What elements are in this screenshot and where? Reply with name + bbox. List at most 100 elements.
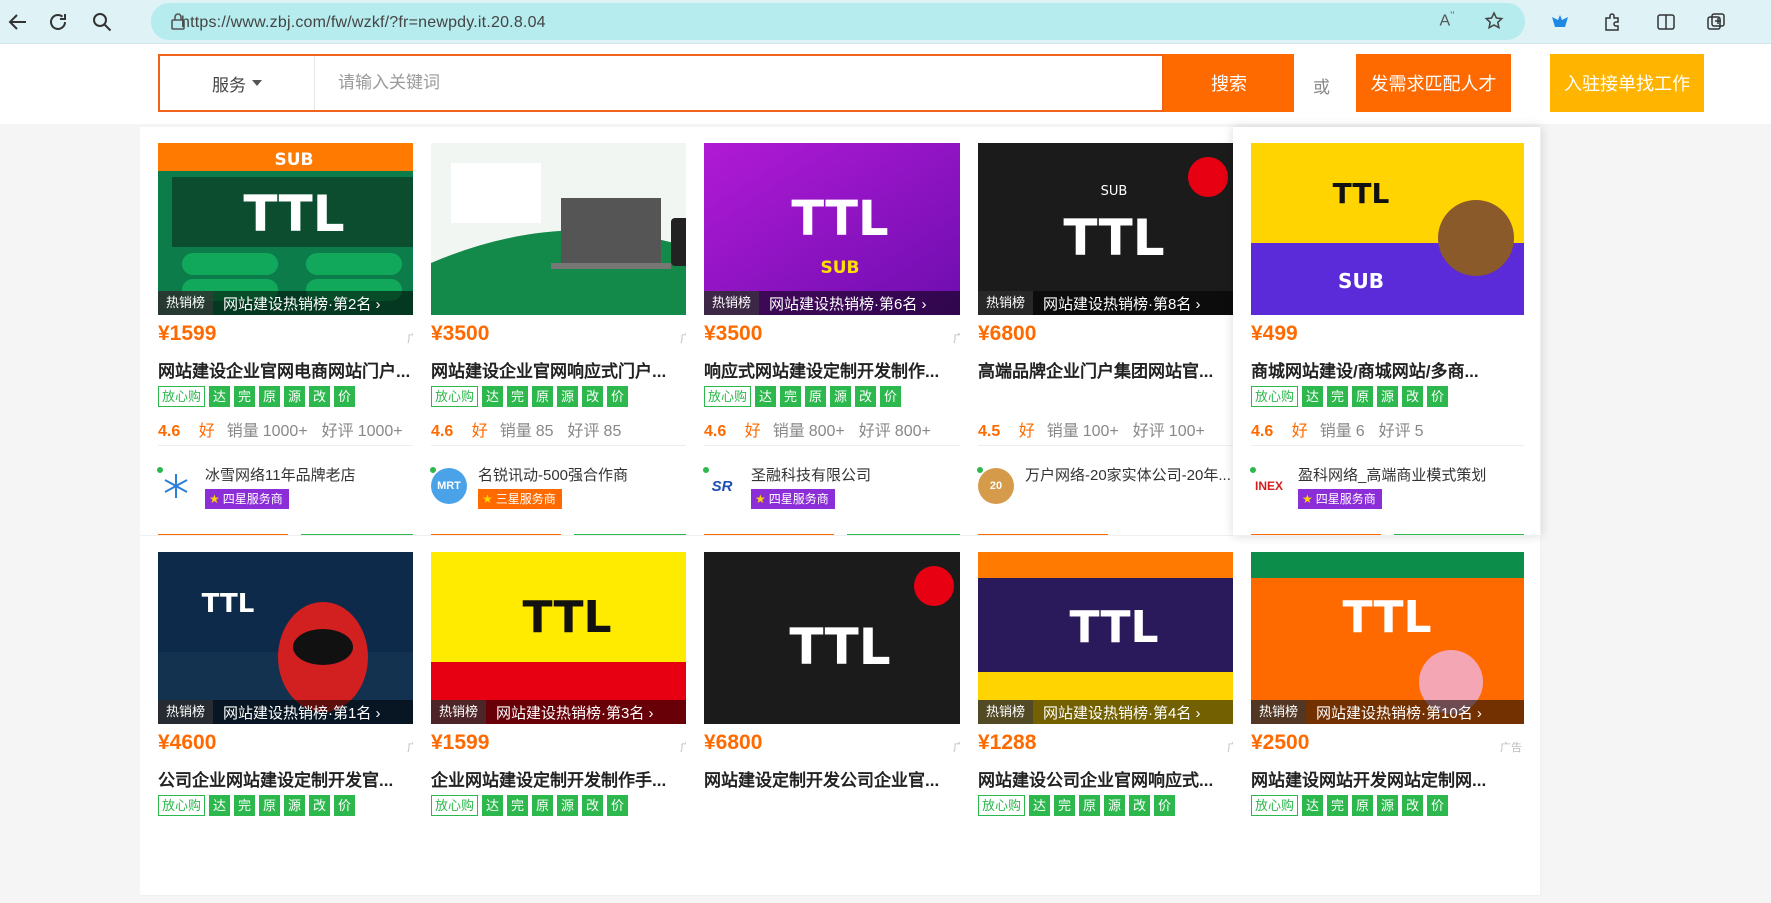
price: ¥6800 — [704, 731, 763, 754]
service-card[interactable]: TTL热销榜网站建设热销榜·第3名 ›¥1599广告企业网站建设定制开发制作手.… — [413, 536, 721, 896]
service-card[interactable]: TTL热销榜网站建设热销榜·第1名 ›¥4600广告公司企业网站建设定制开发官.… — [140, 536, 448, 896]
service-thumbnail[interactable] — [431, 143, 704, 315]
hot-rank-banner[interactable]: 热销榜 网站建设热销榜·第10名 › — [1251, 700, 1524, 724]
good-label: 好评 — [567, 423, 600, 440]
service-thumbnail[interactable]: TTL 热销榜 网站建设热销榜·第3名 › — [431, 552, 704, 724]
feature-tag: 价 — [607, 795, 629, 816]
service-title[interactable]: 网站建设网站开发网站定制网... — [1251, 766, 1524, 791]
service-card[interactable]: TTL热销榜网站建设热销榜·第4名 ›¥1288广告网站建设公司企业官网响应式.… — [960, 536, 1268, 896]
shop-avatar[interactable]: MRT — [431, 468, 467, 504]
star-icon: ★ — [755, 492, 766, 506]
service-thumbnail[interactable]: TTL 热销榜 网站建设热销榜·第4名 › — [978, 552, 1251, 724]
shop-name[interactable]: 名锐讯动-500强合作商 — [478, 464, 704, 485]
trust-tag: 放心购 — [978, 795, 1026, 816]
search-icon[interactable] — [86, 6, 118, 38]
service-title[interactable]: 网站建设公司企业官网响应式... — [978, 766, 1251, 791]
trust-tag: 放心购 — [431, 386, 479, 407]
online-dot — [429, 466, 437, 474]
price: ¥1288 — [978, 731, 1037, 754]
hot-rank-banner[interactable]: 热销榜 网站建设热销榜·第4名 › — [978, 700, 1251, 724]
search-input[interactable] — [318, 56, 1118, 110]
service-card[interactable]: ¥3500广告网站建设企业官网响应式门户...放心购达完原源改价4.6 好销量8… — [413, 127, 721, 536]
service-title[interactable]: 公司企业网站建设定制开发官... — [158, 766, 431, 791]
extensions-icon[interactable] — [1596, 6, 1628, 38]
hot-rank-banner[interactable]: 热销榜 网站建设热销榜·第2名 › — [158, 291, 431, 315]
service-card[interactable]: TTL 热销榜 网站建设热销榜·第10名 › ¥2500 广告 网站建设网站开发网站定制网… — [1233, 536, 1541, 896]
hot-rank-text: 网站建设热销榜·第10名 › — [1316, 704, 1482, 722]
read-aloud-icon[interactable]: Aʼʼ — [1431, 5, 1463, 37]
join-button[interactable]: 入驻接单找工作 — [1550, 54, 1704, 112]
divider — [978, 445, 1251, 446]
feature-tag: 价 — [1427, 386, 1449, 407]
extension-bird-icon[interactable] — [1544, 6, 1576, 38]
shop-name[interactable]: 圣融科技有限公司 — [751, 464, 977, 485]
price: ¥499 — [1251, 322, 1298, 345]
search-button[interactable]: 搜索 — [1164, 54, 1294, 112]
url-text[interactable]: https://www.zbj.com/fw/wzkf/?fr=newpdy.i… — [181, 14, 546, 32]
feature-tag: 价 — [1427, 795, 1449, 816]
post-demand-button[interactable]: 发需求匹配人才 — [1356, 54, 1511, 112]
service-thumbnail[interactable]: SUB TTL 热销榜 网站建设热销榜·第8名 › — [978, 143, 1251, 315]
service-card[interactable]: TTL¥6800广告网站建设定制开发公司企业官... — [686, 536, 994, 896]
feature-tag: 完 — [780, 386, 802, 407]
service-title[interactable]: 企业网站建设定制开发制作手... — [431, 766, 704, 791]
feature-tag: 完 — [234, 386, 256, 407]
category-dropdown[interactable]: 服务 — [160, 56, 315, 110]
service-card[interactable]: TTLSUB热销榜网站建设热销榜·第2名 ›¥1599广告网站建设企业官网电商网… — [140, 127, 448, 536]
service-thumbnail[interactable]: TTL — [704, 552, 977, 724]
collections-icon[interactable] — [1700, 6, 1732, 38]
service-level-badge: ★ 四星服务商 — [1298, 489, 1382, 509]
refresh-icon[interactable] — [42, 6, 74, 38]
shop-avatar[interactable]: SR — [704, 468, 740, 504]
good-count: 1000+ — [357, 423, 403, 440]
service-card[interactable]: TTL SUB ¥499 商城网站建设/商城网站/多商... 放心购达完原源改价 4.6 … — [1233, 127, 1541, 536]
rating-score: 4.6 — [1251, 423, 1274, 440]
hot-rank-text: 网站建设热销榜·第6名 › — [769, 295, 927, 313]
service-card[interactable]: TTLSUB热销榜网站建设热销榜·第6名 ›¥3500广告响应式网站建设定制开发… — [686, 127, 994, 536]
shop-avatar[interactable]: 20 — [978, 468, 1014, 504]
star-icon: ★ — [209, 492, 220, 506]
shop-name[interactable]: 冰雪网络11年品牌老店 — [205, 464, 431, 485]
service-thumbnail[interactable]: TTL SUB 热销榜 网站建设热销榜·第6名 › — [704, 143, 977, 315]
shop-name[interactable]: 万户网络-20家实体公司-20年... — [1025, 464, 1251, 485]
service-card[interactable]: SUB TTL 热销榜 网站建设热销榜·第8名 › ¥6800 高端品牌企业门户集团网站官… — [960, 127, 1268, 536]
service-thumbnail[interactable]: TTL 热销榜 网站建设热销榜·第1名 › — [158, 552, 431, 724]
avatar-text: SR — [711, 477, 733, 495]
favorite-star-icon[interactable] — [1478, 5, 1510, 37]
service-title[interactable]: 网站建设企业官网电商网站门户... — [158, 357, 431, 382]
avatar-text: MRT — [437, 480, 461, 492]
service-thumbnail[interactable]: TTL SUB — [1251, 143, 1524, 315]
tag-list: 放心购达完原源改价 — [431, 386, 629, 407]
consult-button[interactable]: 咨询TA — [1251, 534, 1381, 535]
split-screen-icon[interactable] — [1650, 6, 1682, 38]
rating-score: 4.6 — [158, 423, 181, 440]
hot-rank-banner[interactable]: 热销榜 网站建设热销榜·第1名 › — [158, 700, 431, 724]
trust-tag: 放心购 — [431, 795, 479, 816]
feature-tag: 达 — [1302, 795, 1324, 816]
shop-avatar[interactable]: INEX — [1251, 468, 1287, 504]
service-title[interactable]: 网站建设定制开发公司企业官... — [704, 766, 977, 791]
hot-rank-banner[interactable]: 热销榜 网站建设热销榜·第8名 › — [978, 291, 1251, 315]
service-level-badge: ★ 四星服务商 — [205, 489, 289, 509]
trust-tag: 放心购 — [158, 795, 206, 816]
shop-name[interactable]: 盈科网络_高端商业模式策划 — [1298, 464, 1524, 485]
hot-rank-banner[interactable]: 热销榜 网站建设热销榜·第3名 › — [431, 700, 704, 724]
service-title[interactable]: 网站建设企业官网响应式门户... — [431, 357, 704, 382]
sales-label: 销量 — [1319, 423, 1352, 440]
wechat-button[interactable]: 微信咨询 — [1394, 534, 1524, 535]
browser-toolbar: https://www.zbj.com/fw/wzkf/?fr=newpdy.i… — [0, 0, 1771, 44]
sales-count: 85 — [535, 423, 554, 440]
good-count: 100+ — [1168, 423, 1205, 440]
feature-tag: 达 — [1029, 795, 1051, 816]
back-icon[interactable] — [2, 6, 34, 38]
service-thumbnail[interactable]: TTL SUB 热销榜 网站建设热销榜·第2名 › — [158, 143, 431, 315]
service-title[interactable]: 高端品牌企业门户集团网站官... — [978, 357, 1251, 382]
service-title[interactable]: 响应式网站建设定制开发制作... — [704, 357, 977, 382]
feature-tag: 完 — [1327, 795, 1349, 816]
snowflake-icon[interactable] — [158, 468, 194, 504]
service-thumbnail[interactable]: TTL 热销榜 网站建设热销榜·第10名 › — [1251, 552, 1524, 724]
hot-rank-banner[interactable]: 热销榜 网站建设热销榜·第6名 › — [704, 291, 977, 315]
address-bar[interactable]: https://www.zbj.com/fw/wzkf/?fr=newpdy.i… — [151, 3, 1525, 40]
hot-label: 热销榜 — [1251, 700, 1307, 724]
service-title[interactable]: 商城网站建设/商城网站/多商... — [1251, 357, 1524, 382]
